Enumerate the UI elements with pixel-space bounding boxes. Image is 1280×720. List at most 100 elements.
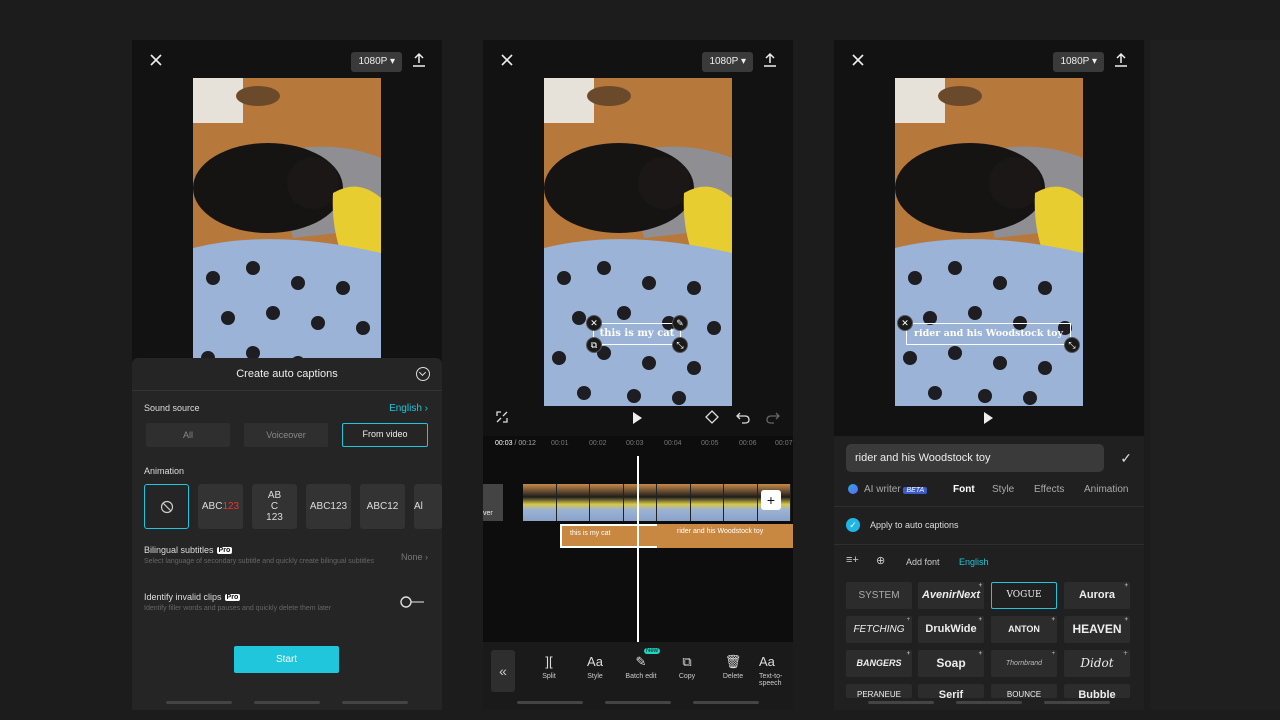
font-anton[interactable]: ANTON +	[991, 616, 1057, 643]
font-editing-screen: 1080P ▾ rider and his Woodstock toy ✕ ⤡ …	[834, 40, 1144, 710]
text-to-speech-button[interactable]: Aa Text-to-speech	[759, 654, 793, 687]
bilingual-label: Bilingual subtitles Pro	[144, 545, 233, 555]
font-bounce[interactable]: BOUNCE	[991, 684, 1057, 698]
add-clip-button[interactable]: +	[761, 490, 781, 510]
text-to-speech-icon: Aa	[759, 654, 775, 669]
undo-icon[interactable]	[736, 410, 750, 424]
split-button[interactable]: ][Split	[527, 654, 571, 680]
animation-tile-3[interactable]: ABC123	[306, 484, 351, 529]
time-tick: 00:04	[664, 440, 682, 447]
batch-edit-icon: ✎	[635, 654, 647, 669]
fullscreen-icon[interactable]	[496, 411, 508, 423]
back-icon[interactable]: «	[491, 650, 515, 692]
tab-effects[interactable]: Effects	[1034, 484, 1064, 495]
rotate-caption-icon[interactable]: ⤡	[672, 337, 688, 353]
animation-tile-5[interactable]: Al	[414, 484, 442, 529]
tab-ai-writer[interactable]: AI writer BETA	[864, 484, 928, 495]
font-favorite-icon[interactable]: ⊕	[876, 554, 885, 567]
apply-label: Apply to auto captions	[870, 520, 959, 530]
font-heaven[interactable]: HEAVEN +	[1064, 616, 1130, 643]
export-icon[interactable]	[412, 52, 426, 68]
text-editor-panel: rider and his Woodstock toy ✓ AI writer …	[834, 436, 1144, 710]
play-icon[interactable]	[984, 412, 993, 424]
font-peraneue[interactable]: PERANEUE	[846, 684, 912, 698]
font-fetching[interactable]: FETCHING +	[846, 616, 912, 643]
font-serif[interactable]: Serif	[918, 684, 984, 698]
timeline[interactable]: 00:03 / 00:12 00:01 00:02 00:03 00:04 00…	[483, 436, 793, 642]
font-script[interactable]: Thornbrand +	[991, 650, 1057, 677]
bilingual-select[interactable]: None ›	[401, 552, 428, 562]
redo-icon[interactable]	[766, 410, 780, 424]
resolution-button[interactable]: 1080P ▾	[702, 52, 753, 72]
copy-button[interactable]: ⧉ Copy	[665, 654, 709, 680]
top-bar: 1080P ▾	[132, 40, 442, 80]
close-icon[interactable]	[148, 52, 164, 68]
sheet-title: Create auto captions	[236, 368, 338, 380]
caption-clip[interactable]: this is my cat	[560, 524, 659, 548]
add-font-button[interactable]: Add font	[906, 557, 940, 567]
nav-bar	[254, 701, 320, 704]
source-all[interactable]: All	[146, 423, 230, 447]
time-tick: 00:07	[775, 440, 793, 447]
tab-style[interactable]: Style	[992, 484, 1014, 495]
rotate-caption-icon[interactable]: ⤡	[1064, 337, 1080, 353]
style-button[interactable]: Aa Style	[573, 654, 617, 680]
font-bubble[interactable]: Bubble	[1064, 684, 1130, 698]
export-icon[interactable]	[763, 52, 777, 68]
resolution-button[interactable]: 1080P ▾	[1053, 52, 1104, 72]
language-filter[interactable]: English	[959, 557, 989, 567]
animation-tile-2[interactable]: AB C 123	[252, 484, 297, 529]
font-list-icon[interactable]: ≡+	[846, 554, 859, 566]
batch-edit-button[interactable]: New ✎ Batch edit	[619, 648, 663, 680]
source-from-video[interactable]: From video	[342, 423, 428, 447]
tab-font[interactable]: Font	[953, 484, 975, 495]
divider	[834, 506, 1144, 507]
font-bangers[interactable]: BANGERS +	[846, 650, 912, 677]
play-icon[interactable]	[633, 412, 642, 424]
collapse-icon[interactable]	[416, 367, 430, 381]
bottom-toolbar: « ][Split Aa Style New ✎ Batch edit ⧉ Copy 🗑…	[483, 642, 793, 710]
caption-overlay[interactable]: rider and his Woodstock toy	[906, 323, 1071, 345]
tab-animation[interactable]: Animation	[1084, 484, 1128, 495]
keyframe-icon[interactable]	[705, 410, 719, 424]
video-track[interactable]	[523, 484, 791, 521]
duplicate-caption-icon[interactable]: ⧉	[586, 337, 602, 353]
start-button[interactable]: Start	[234, 646, 339, 673]
resolution-button[interactable]: 1080P ▾	[351, 52, 402, 72]
font-soap[interactable]: Soap +	[918, 650, 984, 677]
cover-thumbnail[interactable]: ver	[483, 484, 503, 521]
video-preview	[193, 78, 381, 406]
font-drukwide[interactable]: DrukWide +	[918, 616, 984, 643]
font-didot[interactable]: Didot +	[1064, 650, 1130, 677]
source-voiceover[interactable]: Voiceover	[244, 423, 328, 447]
apply-checkbox[interactable]: ✓	[846, 518, 860, 532]
delete-button[interactable]: 🗑 Delete	[711, 654, 755, 680]
auto-captions-sheet: Create auto captions Sound source Englis…	[132, 358, 442, 710]
sound-source-label: Sound source	[144, 403, 200, 413]
confirm-check-icon[interactable]: ✓	[1120, 450, 1132, 467]
font-system[interactable]: SYSTEM	[846, 582, 912, 609]
nav-bar	[956, 701, 1022, 704]
caption-overlay[interactable]: this is my cat	[593, 323, 681, 345]
export-icon[interactable]	[1114, 52, 1128, 68]
playhead[interactable]	[637, 456, 639, 642]
invalid-clips-toggle[interactable]	[400, 596, 426, 608]
animation-tile-4[interactable]: ABC12	[360, 484, 405, 529]
edit-caption-icon[interactable]: ✎	[672, 315, 688, 331]
delete-caption-icon[interactable]: ✕	[586, 315, 602, 331]
font-vogue[interactable]: VOGUE	[991, 582, 1057, 609]
split-icon: ][	[545, 654, 553, 669]
animation-none[interactable]	[144, 484, 189, 529]
delete-caption-icon[interactable]: ✕	[897, 315, 913, 331]
caption-clip[interactable]: rider and his Woodstock toy	[657, 524, 793, 548]
animation-tile-1[interactable]: ABC 123	[198, 484, 243, 529]
caption-text-input[interactable]: rider and his Woodstock toy	[846, 444, 1104, 472]
nav-bar	[693, 701, 759, 704]
font-avenirnext[interactable]: AvenirNext +	[918, 582, 984, 609]
new-badge: New	[644, 648, 661, 654]
close-icon[interactable]	[850, 52, 866, 68]
close-icon[interactable]	[499, 52, 515, 68]
pro-badge: Pro	[224, 594, 241, 602]
font-aurora[interactable]: Aurora +	[1064, 582, 1130, 609]
language-select[interactable]: English ›	[389, 403, 428, 414]
